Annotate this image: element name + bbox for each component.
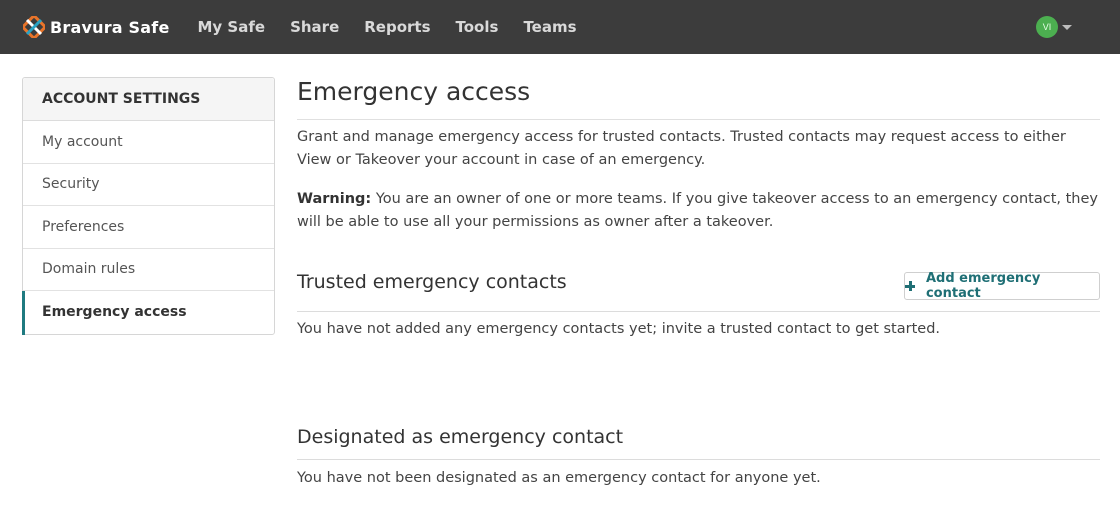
sidebar-item-label: Domain rules <box>42 261 136 278</box>
avatar[interactable]: VI <box>1036 16 1058 38</box>
brand[interactable]: Bravura Safe <box>23 0 170 54</box>
divider <box>297 119 1100 120</box>
sidebar-item-my-account[interactable]: My account <box>23 121 274 164</box>
nav-teams[interactable]: Teams <box>523 18 576 36</box>
warning-label: Warning: <box>297 191 372 207</box>
sidebar-item-domain-rules[interactable]: Domain rules <box>23 249 274 291</box>
add-emergency-contact-button[interactable]: Add emergency contact <box>904 271 1100 301</box>
designated-contact-empty-text: You have not been designated as an emerg… <box>297 470 821 486</box>
add-emergency-contact-label: Add emergency contact <box>925 271 1041 301</box>
nav-reports[interactable]: Reports <box>364 18 430 36</box>
divider <box>297 311 1100 312</box>
nav-my-safe[interactable]: My Safe <box>198 18 266 36</box>
sidebar-item-security[interactable]: Security <box>23 164 274 206</box>
chevron-down-icon[interactable] <box>1062 24 1072 30</box>
brand-name: Bravura Safe <box>50 17 170 37</box>
sidebar-item-label: My account <box>42 133 123 150</box>
sidebar-item-label: Emergency access <box>42 304 187 321</box>
trusted-contacts-title: Trusted emergency contacts <box>297 271 567 293</box>
sidebar-item-emergency-access[interactable]: Emergency access <box>22 291 274 334</box>
warning-text: Warning: You are an owner of one or more… <box>297 188 1100 234</box>
nav-share[interactable]: Share <box>290 18 339 36</box>
plus-icon <box>905 281 915 291</box>
sidebar-header: ACCOUNT SETTINGS <box>23 78 274 121</box>
main-nav: My Safe Share Reports Tools Teams <box>198 0 602 54</box>
account-settings-sidebar: ACCOUNT SETTINGS My account Security Pre… <box>22 77 275 335</box>
top-navbar: Bravura Safe My Safe Share Reports Tools… <box>0 0 1120 54</box>
sidebar-item-preferences[interactable]: Preferences <box>23 206 274 249</box>
divider <box>297 459 1100 460</box>
warning-body: You are an owner of one or more teams. I… <box>297 191 1098 230</box>
sidebar-item-label: Preferences <box>42 218 125 235</box>
intro-text: Grant and manage emergency access for tr… <box>297 129 1066 168</box>
trusted-contacts-empty-text: You have not added any emergency contact… <box>297 321 941 337</box>
bravura-logo-icon <box>23 16 45 38</box>
sidebar-item-label: Security <box>42 176 100 193</box>
designated-contact-title: Designated as emergency contact <box>297 426 624 448</box>
nav-tools[interactable]: Tools <box>456 18 499 36</box>
account-menu[interactable]: VI <box>1036 16 1072 38</box>
page-title: Emergency access <box>297 77 531 106</box>
